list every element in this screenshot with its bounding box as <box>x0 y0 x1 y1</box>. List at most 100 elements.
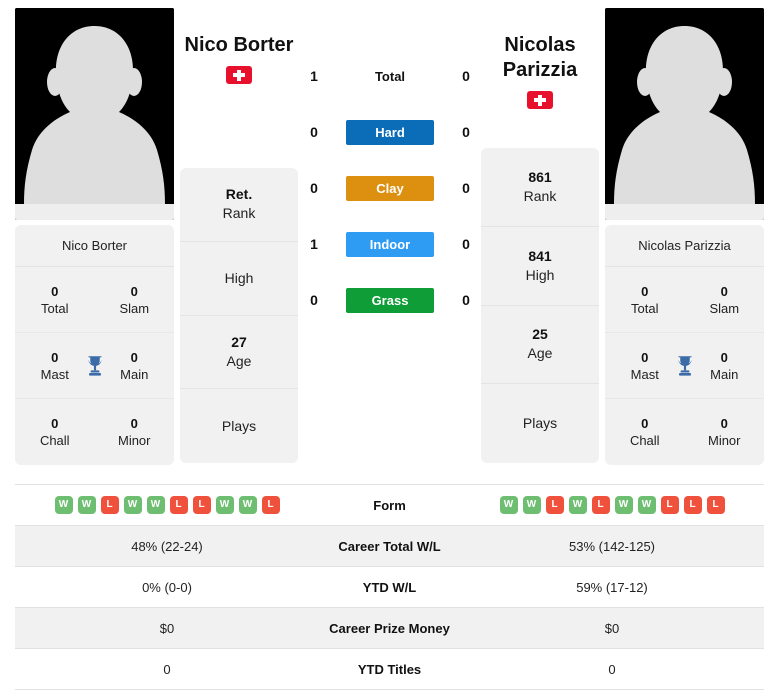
surface-badge-clay[interactable]: Clay <box>346 175 434 201</box>
h2h-right-score: 0 <box>462 68 470 84</box>
rank-value: 861 <box>528 168 552 185</box>
stat-label: YTD W/L <box>319 566 460 608</box>
form-badge-loss[interactable]: L <box>706 496 725 514</box>
trophy-total-value: 0 <box>641 283 649 299</box>
trophy-minor-label: Minor <box>117 433 151 448</box>
trophy-minor-value: 0 <box>720 416 728 431</box>
age-label: Age <box>226 352 252 369</box>
form-badge-loss[interactable]: L <box>683 496 702 514</box>
form-badge-win[interactable]: W <box>568 496 587 514</box>
player-photo-right[interactable] <box>605 8 764 220</box>
stat-value-left: 48% (22-24) <box>15 525 319 567</box>
h2h-row-hard: 0 Hard 0 <box>303 118 477 146</box>
player-trophy-card-right: Nicolas Parizzia 0 Total 0 Slam 0 Mast 0… <box>605 225 764 465</box>
form-badge-loss[interactable]: L <box>660 496 679 514</box>
stat-label: Career Total W/L <box>319 525 460 567</box>
rank-value: Ret. <box>225 186 253 203</box>
info-cell-age: 25 Age <box>481 306 599 385</box>
trophy-total-label: Total <box>41 300 69 316</box>
form-strip-right: WWLWLWWLLL <box>460 496 764 514</box>
high-label: High <box>224 269 254 286</box>
h2h-row-indoor: 1 Indoor 0 <box>303 230 477 258</box>
player-photo-left[interactable] <box>15 8 174 220</box>
age-value: 25 <box>532 326 548 343</box>
flag-cross-horizontal <box>534 98 546 102</box>
form-badge-win[interactable]: W <box>522 496 541 514</box>
trophy-cell-minor: 0 Minor <box>95 399 175 465</box>
age-value: 27 <box>231 333 247 350</box>
h2h-right-score: 0 <box>462 236 470 252</box>
trophy-grid: 0 Total 0 Slam 0 Mast 0 Main 0 Chall 0 M… <box>605 267 764 465</box>
trophy-main-label: Main <box>710 366 739 382</box>
player-name-right[interactable]: Nicolas Parizzia <box>481 33 599 109</box>
h2h-left-score: 1 <box>310 236 318 252</box>
trophy-mast-label: Mast <box>40 366 69 382</box>
player-name-right-line2: Parizzia <box>502 59 578 81</box>
stat-value-right: $0 <box>460 607 764 649</box>
trophy-row-1: 0 Total 0 Slam <box>605 267 764 333</box>
form-badge-loss[interactable]: L <box>169 496 188 514</box>
trophy-icon <box>88 355 101 376</box>
table-row: 0% (0-0) YTD W/L 59% (17-12) <box>15 566 764 608</box>
table-row: WWLWWLLWWL Form WWLWLWWLLL <box>15 484 764 526</box>
surface-badge-grass[interactable]: Grass <box>346 287 434 313</box>
trophy-main-label: Main <box>120 366 149 382</box>
person-silhouette-icon <box>605 8 764 220</box>
surface-badge-indoor[interactable]: Indoor <box>346 231 434 257</box>
rank-label: Rank <box>523 187 557 204</box>
form-badge-win[interactable]: W <box>123 496 142 514</box>
trophy-minor-value: 0 <box>130 416 138 431</box>
form-badge-loss[interactable]: L <box>192 496 211 514</box>
form-badge-loss[interactable]: L <box>545 496 564 514</box>
trophy-mast-value: 0 <box>641 349 649 365</box>
form-badge-loss[interactable]: L <box>261 496 280 514</box>
trophy-mast-label: Mast <box>630 366 659 382</box>
trophy-row-2: 0 Mast 0 Main <box>15 333 174 399</box>
form-badge-win[interactable]: W <box>215 496 234 514</box>
trophy-minor-label: Minor <box>707 433 741 448</box>
info-cell-rank: Ret. Rank <box>180 168 298 242</box>
card-player-name: Nico Borter <box>15 225 174 267</box>
form-badge-loss[interactable]: L <box>591 496 610 514</box>
trophy-cell-minor: 0 Minor <box>685 399 765 465</box>
player-name-left-text: Nico Borter <box>184 34 294 56</box>
person-silhouette-icon <box>15 8 174 220</box>
h2h-right-score: 0 <box>462 292 470 308</box>
trophy-slam-label: Slam <box>709 300 740 316</box>
stat-value-right: 59% (17-12) <box>460 566 764 608</box>
stats-table-body: WWLWWLLWWL Form WWLWLWWLLL 48% (22-24) C… <box>15 484 764 690</box>
plays-label: Plays <box>522 415 558 432</box>
swiss-flag-icon <box>527 91 553 109</box>
table-row: $0 Career Prize Money $0 <box>15 607 764 649</box>
head-to-head-panel: 1 Total 0 0 Hard 0 0 Clay 0 1 Indoor 0 0… <box>303 62 477 314</box>
surface-badge-hard[interactable]: Hard <box>346 119 434 145</box>
player-name-left[interactable]: Nico Borter <box>180 33 298 84</box>
h2h-surface-label: Total <box>374 68 406 84</box>
form-badge-win[interactable]: W <box>77 496 96 514</box>
trophy-main-value: 0 <box>720 349 728 365</box>
h2h-row-grass: 0 Grass 0 <box>303 286 477 314</box>
comparison-header: Nico Borter Nicolas Parizzia 1 Total 0 0… <box>0 0 779 476</box>
info-cell-age: 27 Age <box>180 316 298 390</box>
trophy-total-value: 0 <box>51 283 59 299</box>
form-badge-loss[interactable]: L <box>100 496 119 514</box>
trophy-cell-slam: 0 Slam <box>685 267 765 332</box>
trophy-cell-total: 0 Total <box>605 267 685 332</box>
form-badge-win[interactable]: W <box>146 496 165 514</box>
form-cell-left: WWLWWLLWWL <box>15 484 319 526</box>
trophy-row-1: 0 Total 0 Slam <box>15 267 174 333</box>
stat-value-right: 53% (142-125) <box>460 525 764 567</box>
info-cell-rank: 861 Rank <box>481 148 599 227</box>
high-label: High <box>525 266 555 283</box>
form-badge-win[interactable]: W <box>614 496 633 514</box>
form-badge-win[interactable]: W <box>54 496 73 514</box>
form-badge-win[interactable]: W <box>637 496 656 514</box>
swiss-flag-icon <box>226 66 252 84</box>
h2h-row-clay: 0 Clay 0 <box>303 174 477 202</box>
table-row: 48% (22-24) Career Total W/L 53% (142-12… <box>15 525 764 567</box>
table-row: 0 YTD Titles 0 <box>15 648 764 690</box>
form-badge-win[interactable]: W <box>499 496 518 514</box>
flag-cross-horizontal <box>233 73 245 77</box>
form-badge-win[interactable]: W <box>238 496 257 514</box>
stat-value-right: 0 <box>460 648 764 690</box>
